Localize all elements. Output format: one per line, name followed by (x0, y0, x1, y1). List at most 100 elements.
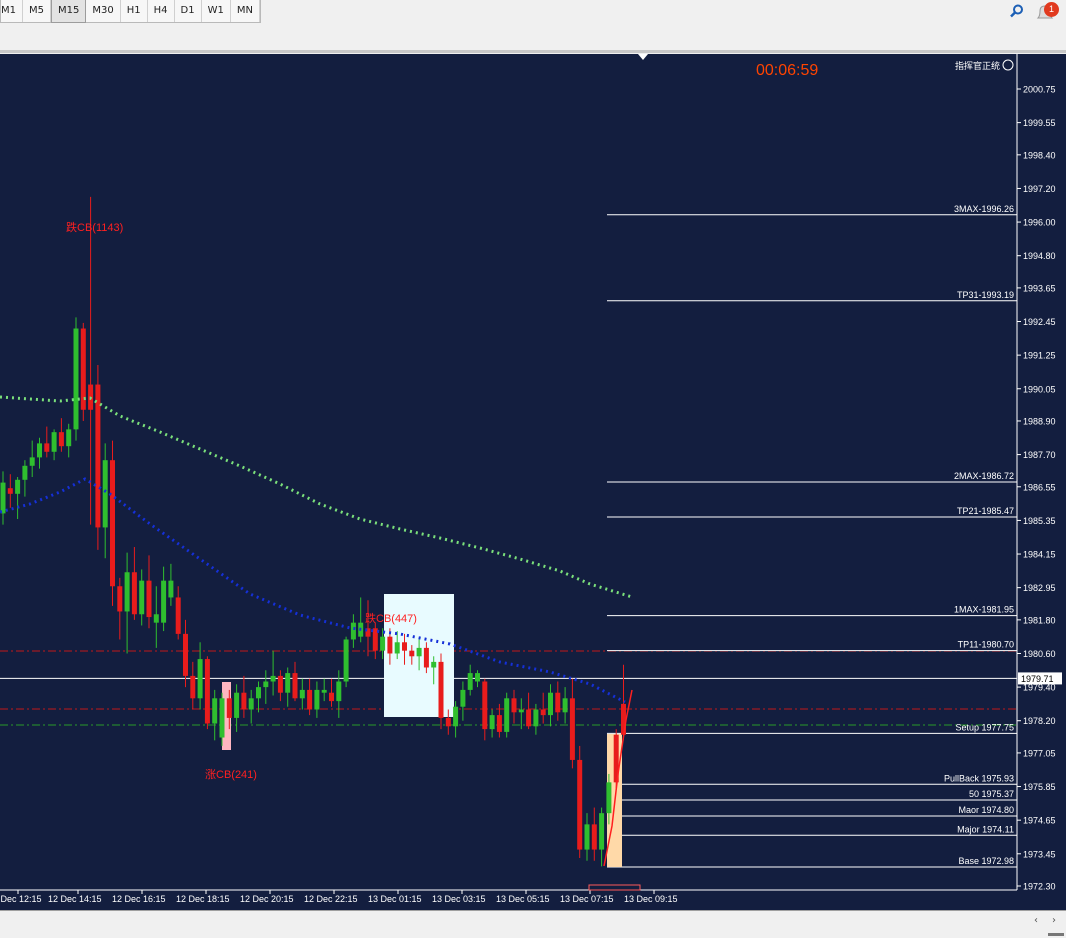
candle-body (168, 580, 174, 598)
moving-average-slow (0, 395, 633, 599)
level-label: TP11-1980.70 (958, 640, 1014, 650)
y-tick-label: 1991.25 (1023, 351, 1056, 361)
scroll-left-arrow-icon[interactable]: ‹ (1034, 915, 1038, 926)
candle-body (124, 572, 130, 612)
candle-body (467, 673, 473, 690)
tf-d1-button[interactable]: D1 (175, 0, 202, 22)
level-label: TP21-1985.47 (957, 506, 1014, 516)
candle-body (73, 328, 79, 430)
candle-body (51, 432, 57, 452)
scroll-right-arrow-icon[interactable]: › (1052, 915, 1056, 926)
cb-annotation-label: 跌CB(447) (365, 611, 417, 625)
candle-body (219, 698, 225, 738)
candle-body (336, 681, 342, 702)
candle-body (175, 597, 181, 634)
candle-body (161, 580, 167, 623)
x-tick-label: 13 Dec 03:15 (432, 894, 486, 904)
candle-body (372, 628, 378, 651)
candle-body (533, 709, 539, 727)
tf-w1-button[interactable]: W1 (202, 0, 231, 22)
candle-body (504, 698, 510, 732)
cb-annotation-label: 涨CB(241) (205, 768, 257, 781)
level-label: Base 1972.98 (958, 856, 1014, 866)
candle-body (569, 698, 575, 760)
candle-body (438, 661, 444, 718)
level-label: 3MAX-1996.26 (954, 204, 1014, 214)
timeframe-toolbar: M1 M5 M15 M30 H1 H4 D1 W1 MN 1 (0, 0, 1066, 26)
candle-body (489, 715, 495, 730)
candle-body (416, 647, 422, 657)
y-tick-label: 1988.90 (1023, 416, 1056, 426)
y-tick-label: 1998.40 (1023, 150, 1056, 160)
bottom-scrollbar[interactable]: ‹ › (0, 910, 1066, 938)
tf-h1-button[interactable]: H1 (121, 0, 148, 22)
candle-body (350, 622, 356, 640)
level-label: Maor 1974.80 (958, 805, 1014, 815)
y-tick-label: 1997.20 (1023, 184, 1056, 194)
candle-body (190, 675, 196, 699)
y-tick-label: 1974.65 (1023, 816, 1056, 826)
candle-body (146, 580, 152, 618)
candle-body (58, 432, 64, 447)
candle-body (95, 384, 101, 528)
candle-body (212, 698, 218, 724)
candle-body (343, 639, 349, 682)
indicator-label: 指挥官正统 (955, 60, 1000, 71)
candle-body (329, 692, 334, 702)
y-tick-label: 1981.80 (1023, 615, 1056, 625)
candle-body (299, 689, 305, 699)
level-label: 1MAX-1981.95 (954, 605, 1014, 615)
y-tick-label: 1978.20 (1023, 716, 1056, 726)
y-tick-label: 1977.05 (1023, 748, 1056, 758)
tf-m5-button[interactable]: M5 (23, 0, 51, 22)
chart-shift-marker (638, 54, 648, 60)
y-tick-label: 1992.45 (1023, 317, 1056, 327)
candle-body (431, 661, 437, 668)
x-tick-label: 12 Dec 20:15 (240, 894, 294, 904)
tf-m1-button[interactable]: M1 (1, 0, 23, 22)
candle-body (270, 675, 276, 682)
tf-mn-button[interactable]: MN (231, 0, 260, 22)
tf-h4-button[interactable]: H4 (148, 0, 175, 22)
level-label: 2MAX-1986.72 (954, 471, 1014, 481)
notification-badge: 1 (1044, 2, 1059, 17)
candle-body (66, 429, 72, 447)
candle-body (460, 689, 466, 707)
x-tick-label: 13 Dec 07:15 (560, 894, 614, 904)
y-tick-label: 1982.95 (1023, 583, 1056, 593)
y-tick-label: 1990.05 (1023, 384, 1056, 394)
x-tick-label: 12 Dec 12:15 (0, 894, 42, 904)
candle-body (234, 692, 240, 718)
candle-body (380, 636, 386, 651)
candle-body (518, 709, 524, 713)
y-tick-label: 1984.15 (1023, 550, 1056, 560)
candle-body (263, 681, 269, 688)
candle-body (577, 759, 583, 850)
candle-body (292, 673, 298, 699)
price-chart[interactable]: 2000.75 1999.55 1998.40 1997.20 1996.00 1994.… (0, 54, 1066, 910)
y-tick-label: 1973.45 (1023, 849, 1056, 859)
candle-body (15, 479, 21, 494)
y-tick-label: 1975.85 (1023, 782, 1056, 792)
x-tick-label: 13 Dec 05:15 (496, 894, 550, 904)
candle-body (526, 709, 532, 727)
search-icon[interactable] (1010, 4, 1024, 18)
candle-body (153, 614, 159, 623)
toolbar-separator (0, 50, 1066, 53)
x-tick-label: 13 Dec 09:15 (624, 894, 678, 904)
level-label: Setup 1977.75 (955, 722, 1014, 732)
candle-body (540, 709, 546, 716)
candle-body (482, 681, 488, 730)
candle-body (256, 687, 261, 699)
y-tick-label: 1999.55 (1023, 118, 1056, 128)
candle-body (591, 824, 597, 850)
tf-m30-button[interactable]: M30 (86, 0, 121, 22)
scroll-thumb[interactable] (1048, 933, 1064, 936)
tf-m15-button[interactable]: M15 (51, 0, 87, 23)
x-tick-label: 12 Dec 16:15 (112, 894, 166, 904)
candle-body (453, 706, 459, 727)
candle-body (445, 717, 451, 727)
candle-body (241, 692, 247, 710)
candle-body (117, 586, 123, 612)
candle-body (183, 633, 188, 676)
